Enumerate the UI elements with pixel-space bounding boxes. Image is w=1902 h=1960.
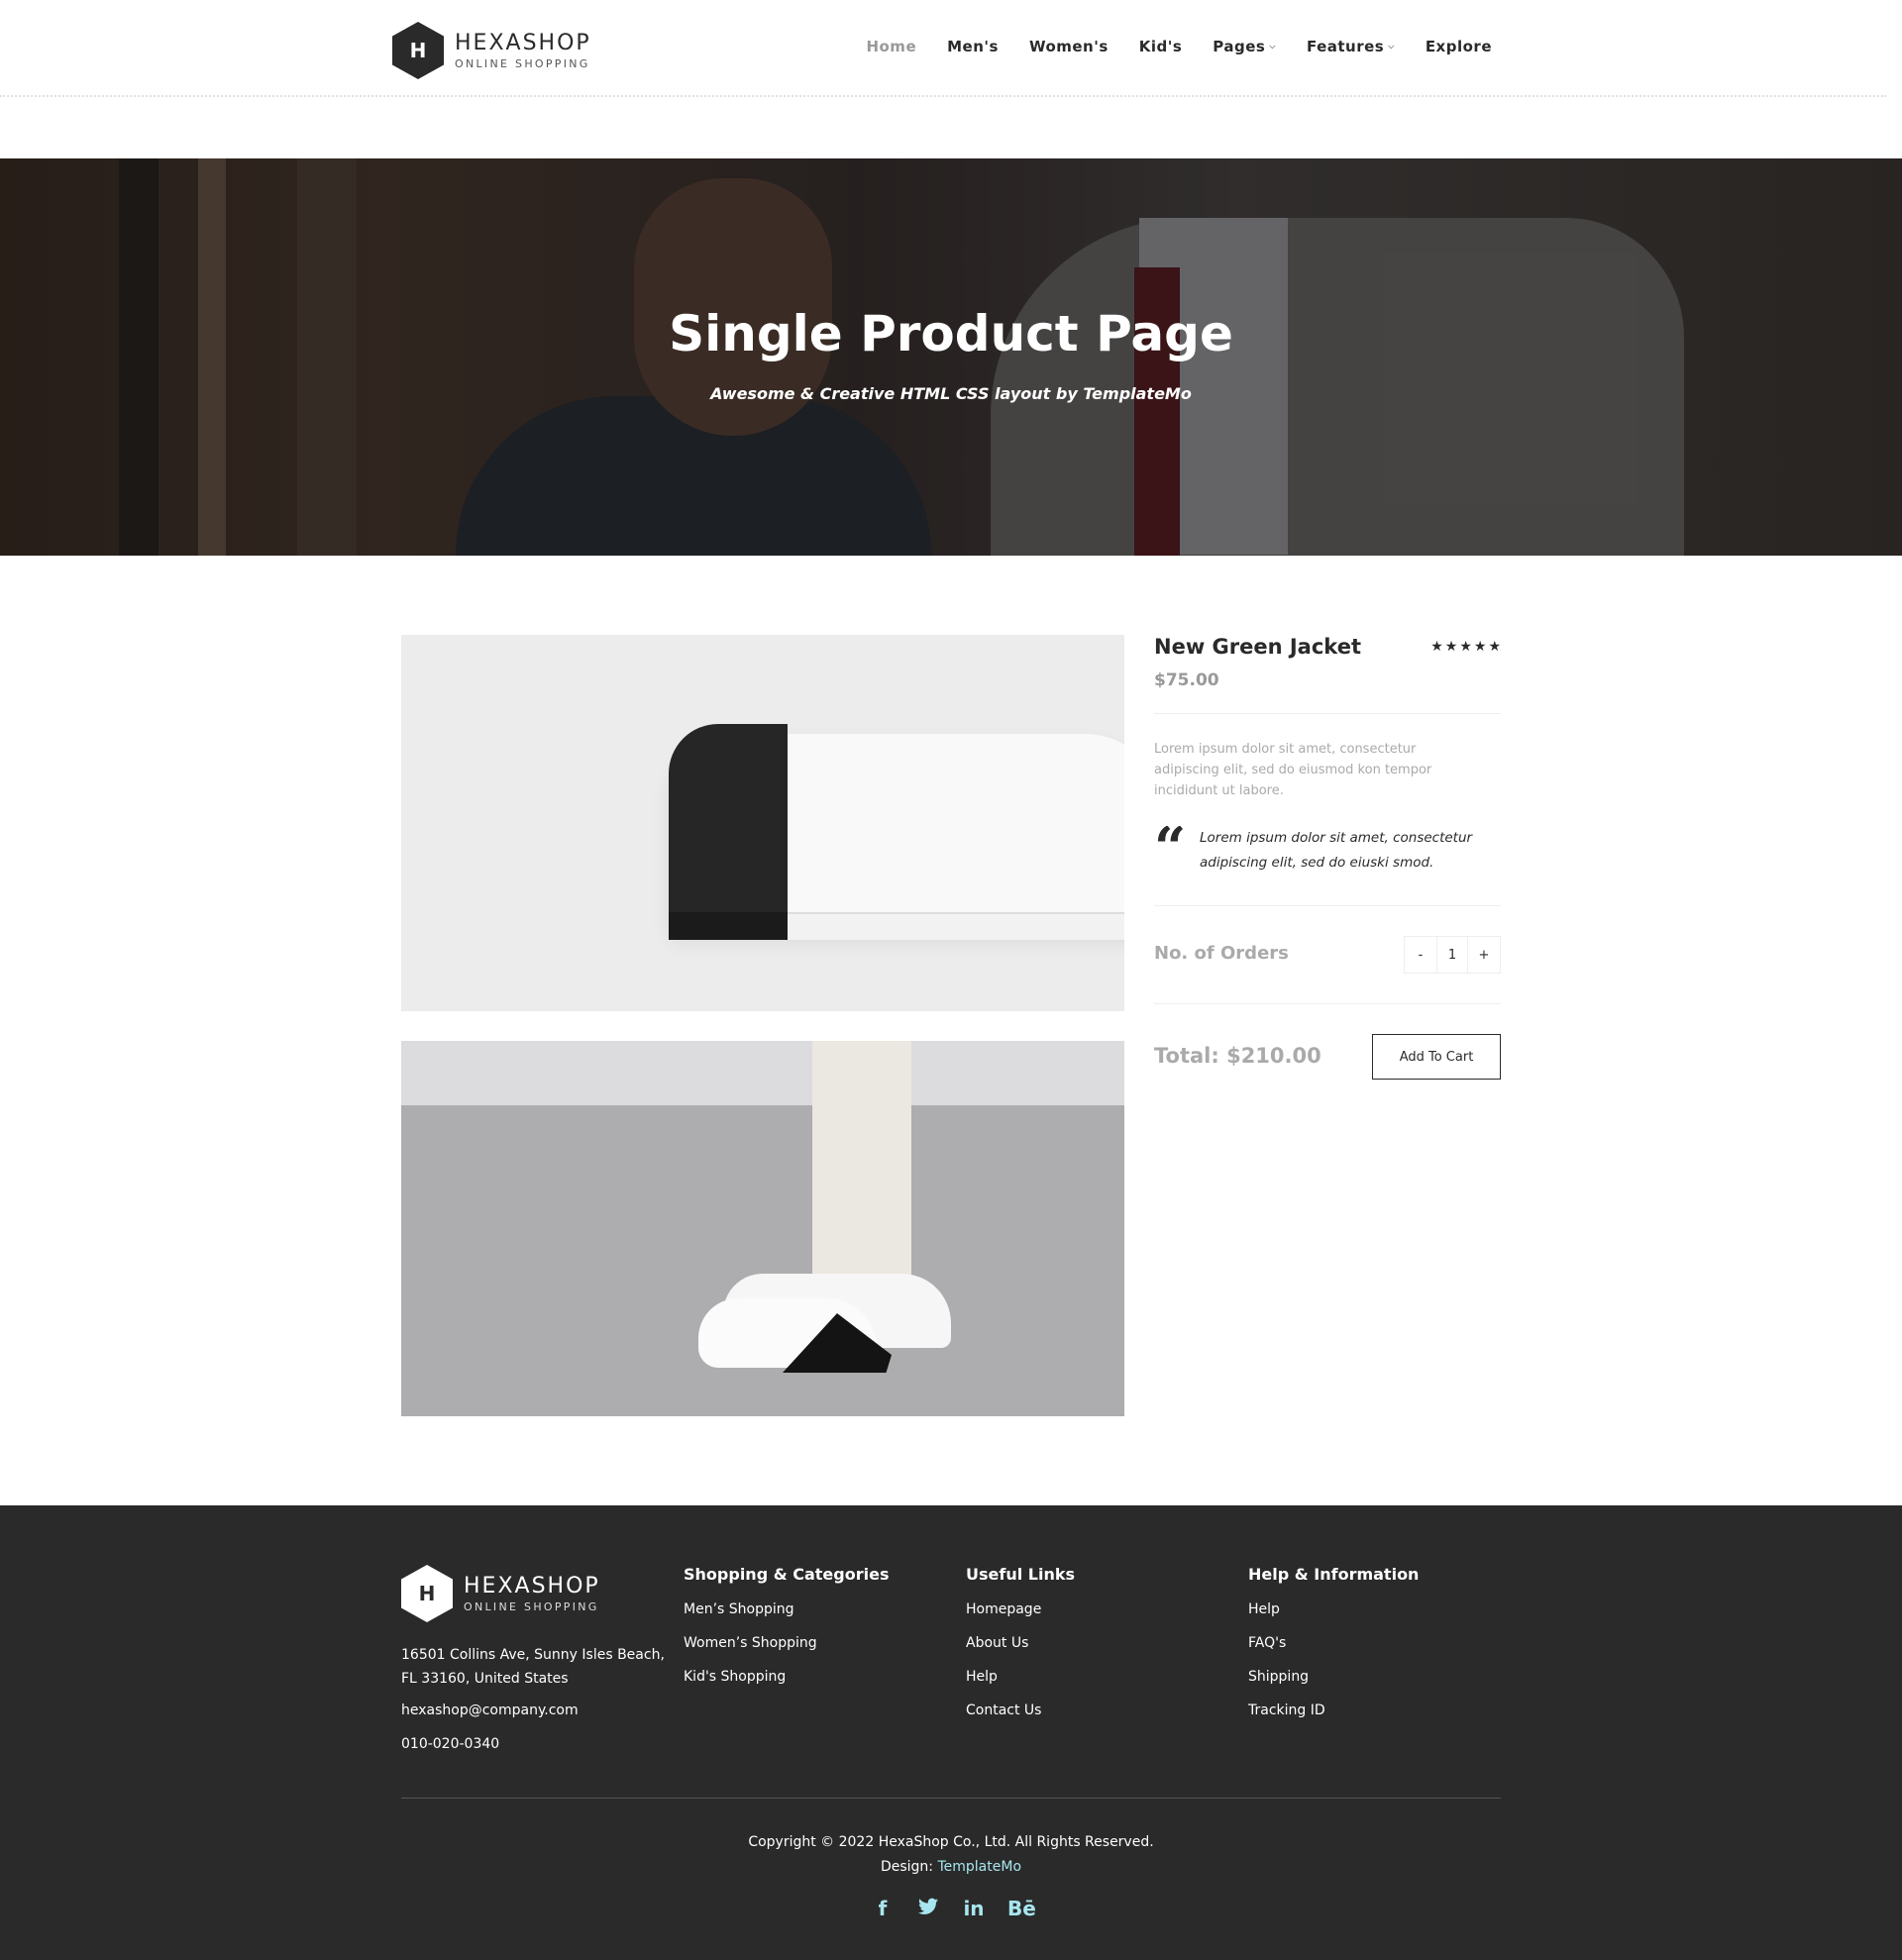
quote-icon: “ bbox=[1154, 826, 1187, 866]
quote-text: Lorem ipsum dolor sit amet, consectetur … bbox=[1200, 830, 1473, 871]
page-title: Single Product Page bbox=[669, 305, 1233, 362]
qty-input[interactable]: 1 bbox=[1436, 937, 1468, 973]
site-footer: H HEXASHOP ONLINE SHOPPING 16501 Collins… bbox=[0, 1505, 1902, 1960]
footer-link-about-us[interactable]: About Us bbox=[966, 1635, 1075, 1669]
nav-pages-label: Pages bbox=[1213, 38, 1266, 55]
product-image-side bbox=[401, 635, 1124, 1011]
divider bbox=[1154, 713, 1501, 714]
star-icon: ★ bbox=[1444, 639, 1458, 655]
order-total: Total: $210.00 bbox=[1154, 1044, 1321, 1068]
star-icon: ★ bbox=[1488, 639, 1501, 655]
footer-link-shipping[interactable]: Shipping bbox=[1248, 1669, 1419, 1702]
logo-subtitle: ONLINE SHOPPING bbox=[464, 1600, 599, 1613]
quantity-stepper: - 1 + bbox=[1404, 936, 1501, 974]
design-credit: Design: TemplateMo bbox=[0, 1855, 1902, 1880]
orders-label: No. of Orders bbox=[1154, 943, 1289, 964]
nav-pages-dropdown[interactable]: Pages ⌵ bbox=[1213, 38, 1276, 55]
footer-email[interactable]: hexashop@company.com bbox=[401, 1702, 579, 1718]
divider bbox=[1154, 905, 1501, 906]
shoe-sole-heel-illustration bbox=[669, 912, 788, 940]
nav-home-label: Home bbox=[866, 38, 917, 55]
footer-column-title: Help & Information bbox=[1248, 1565, 1420, 1584]
add-to-cart-button[interactable]: Add To Cart bbox=[1372, 1034, 1501, 1080]
logo-text: HEXASHOP ONLINE SHOPPING bbox=[464, 1574, 600, 1613]
star-icon: ★ bbox=[1473, 639, 1487, 655]
twitter-icon-svg bbox=[918, 1898, 938, 1914]
logo-name: HEXASHOP bbox=[455, 31, 591, 55]
footer-shopping-column: Shopping & Categories Men’s Shopping Wom… bbox=[684, 1565, 889, 1702]
main-nav: Home Men's Women's Kid's Pages ⌵ Features… bbox=[835, 38, 1492, 55]
twitter-icon[interactable] bbox=[916, 1897, 940, 1920]
product-quote: “ Lorem ipsum dolor sit amet, consectetu… bbox=[1154, 826, 1501, 876]
footer-logo[interactable]: H HEXASHOP ONLINE SHOPPING bbox=[401, 1565, 600, 1622]
star-icon: ★ bbox=[1430, 639, 1443, 655]
page-hero: Single Product Page Awesome & Creative H… bbox=[0, 158, 1902, 556]
nav-features-label: Features bbox=[1306, 38, 1385, 55]
footer-link-help[interactable]: Help bbox=[1248, 1601, 1419, 1635]
qty-increment-button[interactable]: + bbox=[1468, 937, 1500, 973]
logo-mark: H bbox=[418, 1582, 436, 1605]
footer-link-mens-shopping[interactable]: Men’s Shopping bbox=[684, 1601, 889, 1635]
footer-help-column: Help & Information Help FAQ's Shipping T… bbox=[1248, 1565, 1419, 1736]
footer-phone: 010-020-0340 bbox=[401, 1736, 500, 1752]
nav-mens[interactable]: Men's bbox=[947, 38, 999, 55]
photo-wall bbox=[401, 1041, 1124, 1105]
nav-explore-label: Explore bbox=[1425, 38, 1492, 55]
product-price: $75.00 bbox=[1154, 671, 1219, 690]
site-logo[interactable]: H HEXASHOP ONLINE SHOPPING bbox=[392, 22, 591, 79]
social-links: f in Bē bbox=[0, 1897, 1902, 1920]
nav-womens[interactable]: Women's bbox=[1029, 38, 1109, 55]
nav-home[interactable]: Home bbox=[866, 38, 916, 55]
divider bbox=[1154, 1003, 1501, 1004]
product-description: Lorem ipsum dolor sit amet, consectetur … bbox=[1154, 742, 1432, 798]
footer-link-tracking-id[interactable]: Tracking ID bbox=[1248, 1702, 1419, 1736]
star-icon: ★ bbox=[1459, 639, 1472, 655]
footer-link-contact-us[interactable]: Contact Us bbox=[966, 1702, 1075, 1736]
shoe-heel-illustration bbox=[669, 724, 788, 932]
chevron-down-icon: ⌵ bbox=[1388, 42, 1395, 51]
site-header: H HEXASHOP ONLINE SHOPPING Home Men's Wo… bbox=[0, 0, 1902, 97]
logo-subtitle: ONLINE SHOPPING bbox=[455, 57, 590, 70]
chevron-down-icon: ⌵ bbox=[1269, 42, 1276, 51]
copyright-text: Copyright © 2022 HexaShop Co., Ltd. All … bbox=[748, 1834, 1154, 1850]
logo-mark: H bbox=[409, 39, 427, 62]
footer-column-title: Useful Links bbox=[966, 1565, 1076, 1584]
footer-useful-links-column: Useful Links Homepage About Us Help Cont… bbox=[966, 1565, 1075, 1736]
linkedin-icon[interactable]: in bbox=[962, 1897, 986, 1920]
footer-column-title: Shopping & Categories bbox=[684, 1565, 890, 1584]
nav-features-dropdown[interactable]: Features ⌵ bbox=[1307, 38, 1395, 55]
footer-link-womens-shopping[interactable]: Women’s Shopping bbox=[684, 1635, 889, 1669]
nav-explore[interactable]: Explore bbox=[1426, 38, 1492, 55]
product-image-worn bbox=[401, 1041, 1124, 1416]
footer-link-kids-shopping[interactable]: Kid's Shopping bbox=[684, 1669, 889, 1702]
behance-icon[interactable]: Bē bbox=[1007, 1897, 1036, 1920]
header-divider bbox=[0, 95, 1886, 97]
page-subtitle: Awesome & Creative HTML CSS layout by Te… bbox=[710, 384, 1192, 403]
templatemo-link[interactable]: TemplateMo bbox=[937, 1859, 1021, 1875]
nav-kids-label: Kid's bbox=[1138, 38, 1183, 55]
logo-text: HEXASHOP ONLINE SHOPPING bbox=[455, 31, 591, 70]
footer-link-homepage[interactable]: Homepage bbox=[966, 1601, 1075, 1635]
logo-hexagon-icon: H bbox=[401, 1565, 453, 1622]
product-name: New Green Jacket bbox=[1154, 635, 1361, 659]
nav-womens-label: Women's bbox=[1028, 38, 1109, 55]
photo-legs bbox=[812, 1041, 911, 1298]
design-label: Design: bbox=[880, 1859, 934, 1875]
facebook-icon[interactable]: f bbox=[871, 1897, 895, 1920]
footer-link-faqs[interactable]: FAQ's bbox=[1248, 1635, 1419, 1669]
product-rating: ★ ★ ★ ★ ★ bbox=[1430, 639, 1501, 655]
footer-address: 16501 Collins Ave, Sunny Isles Beach, FL… bbox=[401, 1647, 665, 1687]
footer-divider bbox=[401, 1798, 1501, 1799]
footer-link-help[interactable]: Help bbox=[966, 1669, 1075, 1702]
nav-kids[interactable]: Kid's bbox=[1139, 38, 1183, 55]
logo-hexagon-icon: H bbox=[392, 22, 444, 79]
logo-name: HEXASHOP bbox=[464, 1574, 600, 1599]
qty-decrement-button[interactable]: - bbox=[1405, 937, 1436, 973]
nav-mens-label: Men's bbox=[947, 38, 999, 55]
footer-copyright: Copyright © 2022 HexaShop Co., Ltd. All … bbox=[0, 1830, 1902, 1880]
